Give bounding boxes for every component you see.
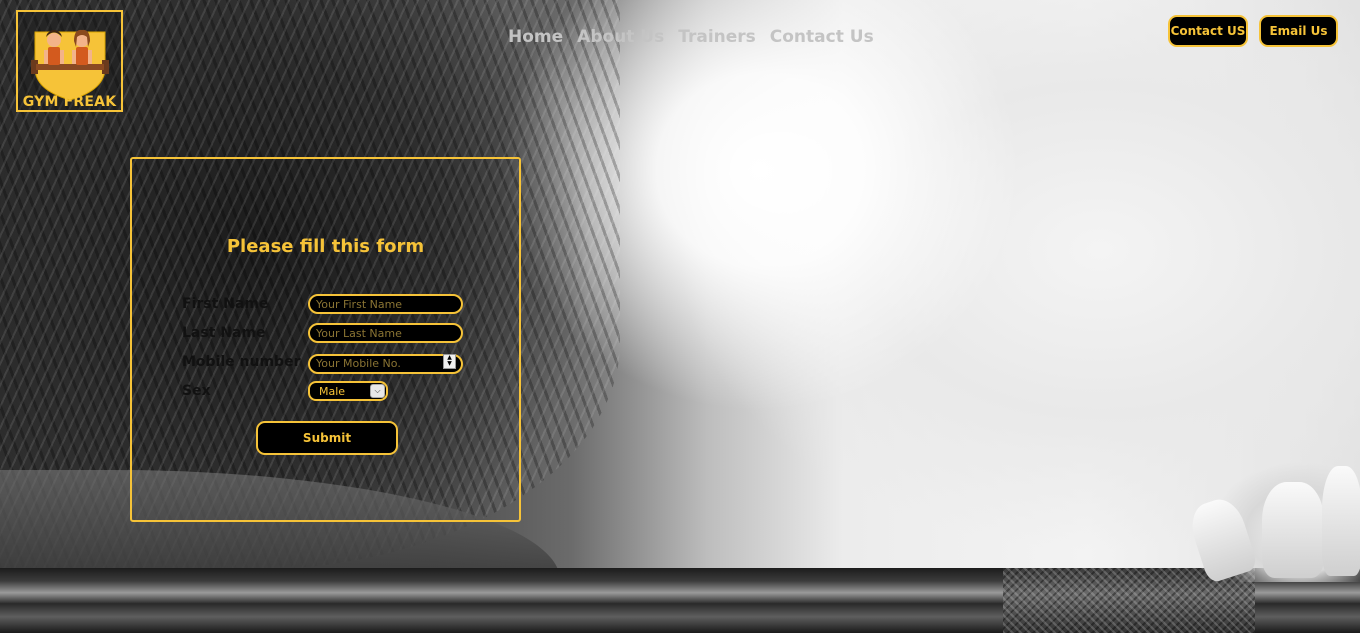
mobile-field: ▲▼ (308, 352, 463, 374)
sex-selected-value: Male (319, 384, 346, 398)
last-name-label: Last Name (182, 325, 266, 341)
mobile-row: Mobile number ▲▼ (182, 351, 463, 374)
mobile-input[interactable] (308, 353, 463, 374)
background-finger (1322, 466, 1360, 576)
last-name-input[interactable] (308, 323, 463, 343)
last-name-row: Last Name (182, 322, 463, 344)
sex-label: Sex (182, 383, 211, 399)
first-name-input[interactable] (308, 294, 463, 314)
page: GYM FREAK Home About Us Trainers Contact… (0, 0, 1360, 633)
sex-row: Sex Male ⌵ (182, 380, 388, 402)
nav-trainers-link[interactable]: Trainers (678, 27, 756, 47)
gym-couple-shield-icon (31, 29, 109, 100)
brand-name: GYM FREAK (22, 94, 117, 110)
nav-about-link[interactable]: About Us (577, 27, 664, 47)
brand-logo[interactable]: GYM FREAK (16, 10, 123, 112)
background-finger (1262, 482, 1324, 578)
first-name-label: First Name (182, 296, 269, 312)
mobile-label: Mobile number (182, 354, 301, 370)
nav-contact-link[interactable]: Contact Us (770, 27, 874, 47)
main-nav: Home About Us Trainers Contact Us (508, 27, 874, 47)
sex-select[interactable]: Male ⌵ (308, 381, 388, 401)
chevron-down-icon: ⌵ (370, 384, 385, 398)
nav-home-link[interactable]: Home (508, 27, 563, 47)
contact-us-button[interactable]: Contact US (1168, 15, 1248, 47)
form-title: Please fill this form (226, 236, 425, 257)
number-spinner[interactable]: ▲ ▼ (443, 354, 456, 369)
signup-form: Please fill this form First Name Last Na… (130, 157, 521, 522)
submit-button[interactable]: Submit (256, 421, 398, 455)
email-us-button[interactable]: Email Us (1259, 15, 1338, 47)
first-name-row: First Name (182, 293, 463, 315)
